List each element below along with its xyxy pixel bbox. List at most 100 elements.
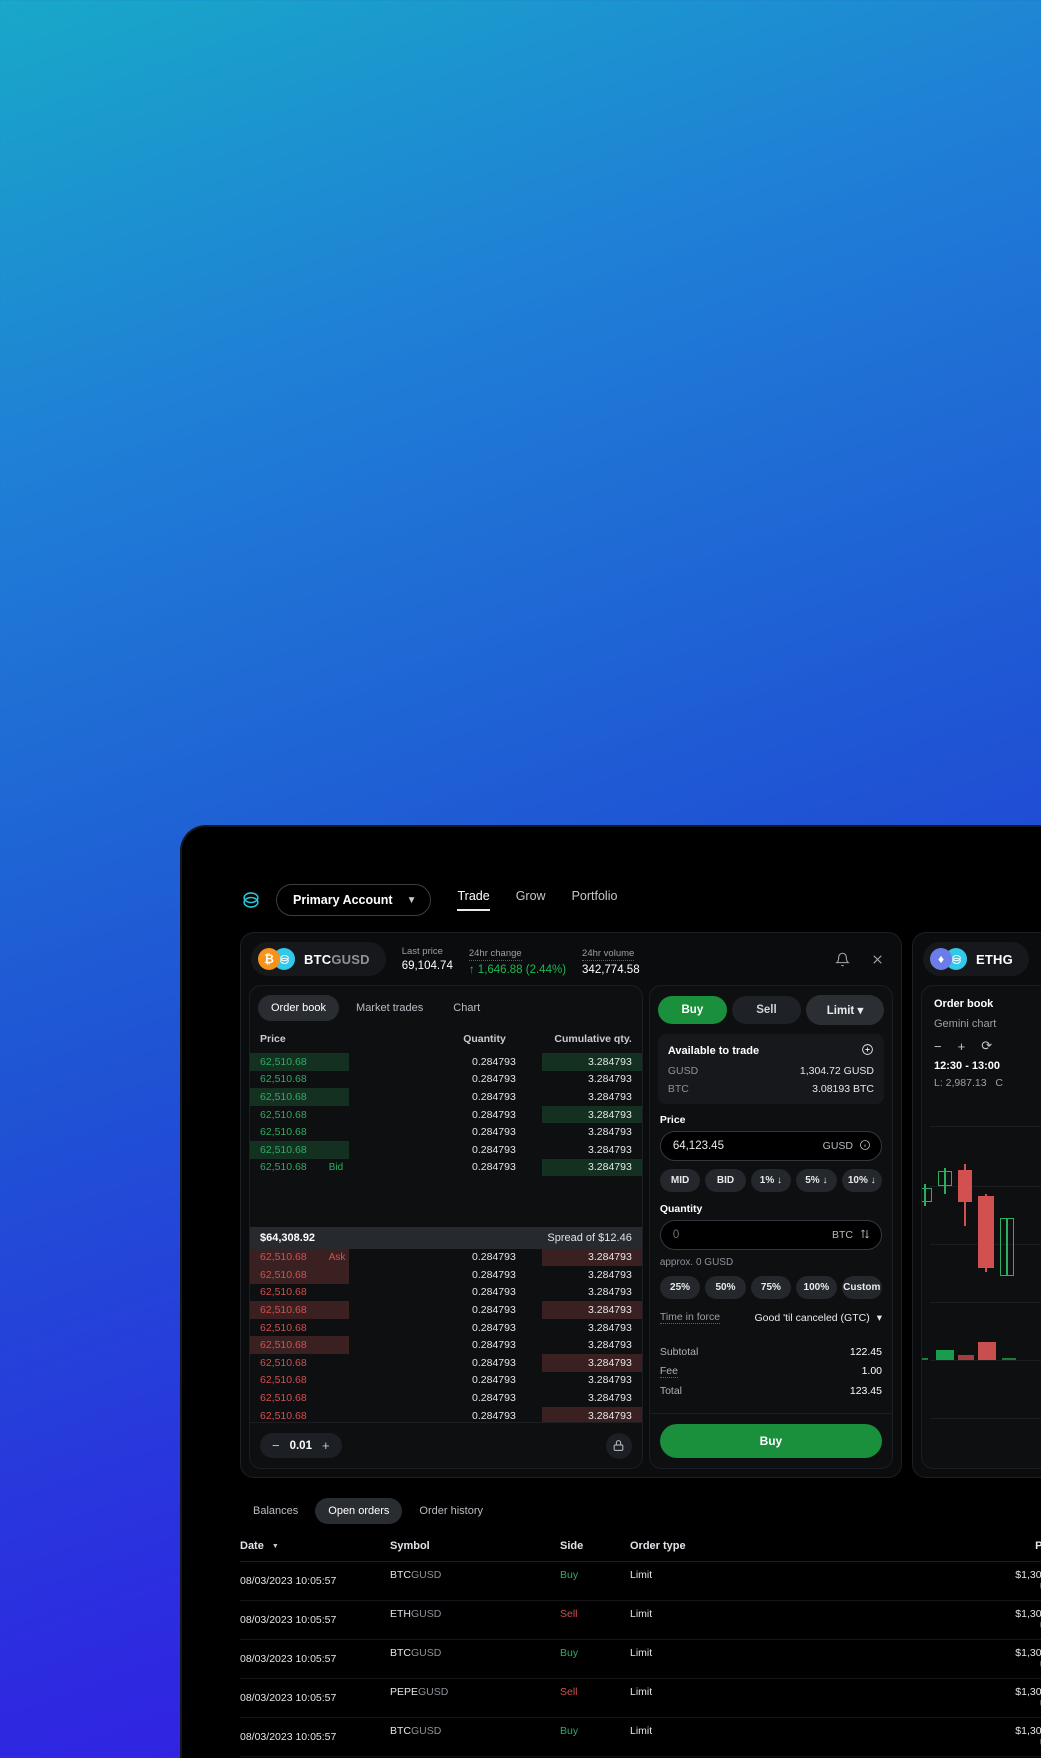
order-type-selector[interactable]: Limit ▾ (806, 995, 884, 1025)
buy-tab-button[interactable]: Buy (657, 996, 727, 1024)
nav-link-portfolio[interactable]: Portfolio (572, 889, 618, 911)
tab-order-book[interactable]: Order book (258, 995, 340, 1021)
orderbook-row[interactable]: 62,510.68 0.284793 3.284793 (250, 1354, 642, 1372)
pair-base: BTC (304, 951, 332, 967)
available-asset-btc: BTC (667, 1083, 689, 1095)
decrement-button[interactable]: − (272, 1438, 280, 1453)
quantity-preset-4[interactable]: 100% (796, 1276, 837, 1299)
quantity-preset-3[interactable]: 75% (750, 1276, 792, 1299)
orderbook-row[interactable]: 62,510.68 0.284793 3.284793 (250, 1389, 642, 1407)
pair-pill-btcgusd[interactable]: ₿ BTCGUSD (251, 942, 386, 976)
refresh-icon[interactable]: ⟳ (981, 1038, 992, 1054)
price-preset-2[interactable]: BID (705, 1169, 746, 1192)
tab-open-orders[interactable]: Open orders (315, 1498, 403, 1524)
chart-time-range: 12:30 - 13:00 (934, 1060, 1001, 1072)
tab-market-trades[interactable]: Market trades (343, 995, 436, 1021)
bell-icon[interactable] (835, 952, 850, 967)
orderbook-row-price: 62,510.68 (260, 1304, 307, 1317)
market-card-body: Order book Market trades Chart Price Qua… (241, 985, 901, 1477)
nav-link-trade[interactable]: Trade (457, 889, 490, 911)
orderbook-row[interactable]: 62,510.68 0.284793 3.284793 (250, 1266, 642, 1284)
orderbook-row-quantity: 0.284793 (472, 1108, 516, 1121)
cell-symbol-quote: GUSD (411, 1647, 442, 1659)
price-preset-1[interactable]: MID (659, 1169, 701, 1192)
sell-tab-button[interactable]: Sell (731, 996, 801, 1024)
quantity-preset-buttons: 25% 50% 75% 100% Custom (659, 1276, 882, 1299)
table-row[interactable]: 08/03/2023 10:05:57 ETHGUSD Sell Limit $1,30… (240, 1601, 1041, 1640)
orderbook-row[interactable]: 62,510.68 0.284793 3.284793 (250, 1123, 642, 1141)
orderbook-row[interactable]: 62,510.68 Ask 0.284793 3.284793 (250, 1248, 642, 1267)
orderbook-row[interactable]: 62,510.68 0.284793 3.284793 (250, 1406, 642, 1422)
account-selector[interactable]: Primary Account ▼ (276, 884, 432, 916)
stat-24hr-volume-label: 24hr volume (582, 947, 635, 961)
orderbook-row-quantity: 0.284793 (472, 1304, 516, 1317)
quantity-unit-label: BTC (832, 1229, 853, 1241)
close-icon[interactable] (870, 952, 885, 967)
table-row[interactable]: 08/03/2023 10:05:57BTCGUSDBuyLimit$1,304… (240, 1562, 1041, 1601)
orderbook-row[interactable]: 62,510.68 0.284793 3.284793 (250, 1053, 642, 1071)
price-input[interactable]: 64,123.45 GUSD (659, 1131, 882, 1161)
sort-desc-icon: ▼ (271, 1542, 279, 1550)
orderbook-row[interactable]: 62,510.68 0.284793 3.284793 (250, 1301, 642, 1319)
orderbook-row-price: 62,510.68 (260, 1073, 307, 1086)
info-icon[interactable] (859, 1139, 871, 1154)
quantity-field-label: Quantity (659, 1203, 703, 1215)
orderbook-row-price: 62,510.68 (260, 1268, 307, 1281)
orderbook-row[interactable]: 62,510.68 0.284793 3.284793 (250, 1088, 642, 1106)
orderbook-row[interactable]: 62,510.68 0.284793 3.284793 (250, 1105, 642, 1124)
time-in-force-selector[interactable]: Good 'til canceled (GTC) ▾ (755, 1312, 883, 1324)
plus-circle-icon[interactable] (861, 1043, 874, 1059)
orderbook-row-price: 62,510.68 (260, 1090, 307, 1103)
tab-balances[interactable]: Balances (240, 1498, 311, 1524)
tick-size-stepper[interactable]: − 0.01 + (260, 1433, 342, 1458)
price-preset-3[interactable]: 1% ↓ (750, 1169, 792, 1192)
orderbook-row[interactable]: 62,510.68 0.284793 3.284793 (250, 1140, 642, 1159)
orderbook-row[interactable]: 62,510.68 0.284793 3.284793 (250, 1319, 642, 1337)
tab-order-history[interactable]: Order history (406, 1498, 496, 1524)
quantity-preset-2[interactable]: 50% (705, 1276, 746, 1299)
nav-link-grow[interactable]: Grow (516, 889, 546, 911)
candle-5 (1000, 1218, 1014, 1276)
table-row[interactable]: 08/03/2023 10:05:57BTCGUSDBuyLimit$1,304… (240, 1640, 1041, 1679)
orderbook-row[interactable]: 62,510.68 0.284793 3.284793 (250, 1336, 642, 1355)
zoom-in-icon[interactable]: + (958, 1039, 966, 1054)
cell-order-type: Limit (630, 1608, 653, 1620)
table-row[interactable]: 08/03/2023 10:05:57 PEPEGUSD Sell Limit $1,3… (240, 1679, 1041, 1718)
col-header-date[interactable]: Date ▼ (240, 1540, 390, 1552)
price-preset-5[interactable]: 10% ↓ (841, 1169, 882, 1192)
available-row-gusd: GUSD 1,304.72 GUSD (668, 1065, 874, 1077)
orderbook-row-tag: Ask (328, 1251, 346, 1263)
orderbook-row-quantity: 0.284793 (472, 1374, 516, 1387)
table-row[interactable]: 08/03/2023 10:05:57BTCGUSDBuyLimit$1,304… (240, 1718, 1041, 1757)
orderbook-row[interactable]: 62,510.68 0.284793 3.284793 (250, 1071, 642, 1089)
orderbook-tab-ethgusd[interactable]: Order book (922, 986, 1041, 1014)
orderbook-row[interactable]: 62,510.68 0.284793 3.284793 (250, 1284, 642, 1302)
pair-pill-ethgusd[interactable]: ♦ ETHG (923, 942, 1029, 976)
volume-bar-3 (958, 1355, 974, 1360)
quantity-preset-1[interactable]: 25% (659, 1276, 701, 1299)
candlestick-chart[interactable]: 9:40 (922, 1126, 1041, 1468)
order-side-row: Buy Sell Limit ▾ (650, 986, 892, 1032)
orderbook-row-cumulative: 3.284793 (588, 1126, 632, 1139)
orderbook-row[interactable]: 62,510.68 0.284793 3.284793 (250, 1372, 642, 1390)
chart-controls: − + ⟳ (922, 1030, 1041, 1056)
quantity-preset-5[interactable]: Custom (841, 1276, 882, 1299)
orderbook-row-cumulative: 3.284793 (588, 1286, 632, 1299)
orderbook-row-quantity: 0.284793 (472, 1339, 516, 1352)
orderbook-row-cumulative: 3.284793 (588, 1055, 632, 1068)
place-buy-order-button[interactable]: Buy (659, 1424, 882, 1458)
cell-symbol-quote: GUSD (411, 1608, 442, 1620)
cell-price: $1,304.72 USD (1015, 1647, 1041, 1671)
order-entry-panel: Buy Sell Limit ▾ Available to trade GUSD… (648, 985, 893, 1469)
gemini-logo-icon[interactable] (240, 889, 262, 911)
lock-icon[interactable] (605, 1432, 632, 1459)
zoom-out-icon[interactable]: − (934, 1039, 942, 1054)
swap-vertical-icon[interactable] (859, 1228, 871, 1243)
increment-button[interactable]: + (322, 1438, 330, 1453)
orderbook-row-quantity: 0.284793 (472, 1090, 516, 1103)
quantity-input[interactable]: 0 BTC (659, 1220, 882, 1250)
spread-mid-price: $64,308.92 (260, 1231, 316, 1244)
tab-chart[interactable]: Chart (440, 995, 493, 1021)
orderbook-row[interactable]: 62,510.68 Bid 0.284793 3.284793 (250, 1158, 642, 1177)
price-preset-4[interactable]: 5% ↓ (796, 1169, 837, 1192)
